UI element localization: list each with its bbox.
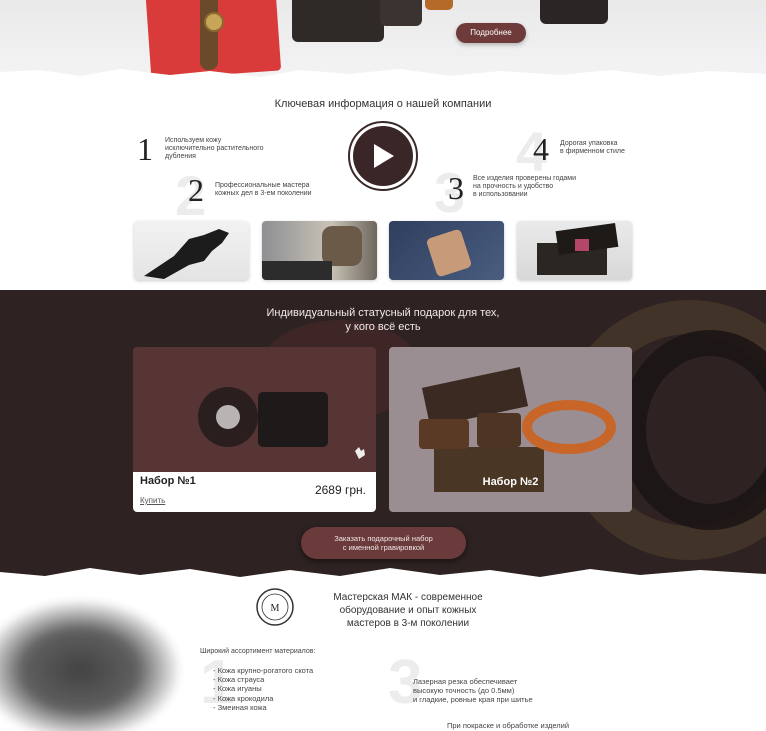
feature-text: Используем кожу исключительно растительн…: [165, 137, 264, 160]
mak-title-line: оборудование и опыт кожных: [339, 605, 477, 616]
play-video-button[interactable]: [348, 121, 418, 191]
gift-set-card-2[interactable]: Набор №2: [389, 347, 632, 512]
watch-strap-image: [200, 0, 218, 70]
mak-title-line: Мастерская МАК - современное: [333, 592, 483, 603]
feature-number: 4: [533, 131, 549, 167]
order-gift-set-button[interactable]: Заказать подарочный набор с именной грав…: [301, 527, 466, 559]
wallet-image: [292, 0, 384, 42]
gift-section-title: Индивидуальный статусный подарок для тех…: [0, 306, 766, 334]
buy-link[interactable]: Купить: [140, 496, 165, 505]
wallet-image: [380, 0, 422, 26]
thumbnail-jeans-image[interactable]: [389, 221, 504, 280]
laser-text-line: высокую точность (до 0.5мм): [413, 686, 515, 696]
torn-edge-divider: [0, 69, 766, 88]
list-item: - Кожа крокодила: [213, 693, 274, 703]
gift-title-line: у кого всё есть: [345, 321, 421, 333]
order-button-line: с именной гравировкой: [342, 543, 425, 552]
list-item: - Кожа игуаны: [213, 684, 262, 694]
wallet-pocket-icon: [427, 229, 471, 277]
leather-hide-icon: [144, 229, 229, 279]
gift-box-icon: [537, 222, 619, 275]
laser-text-line: и гладкие, ровные края при шитье: [413, 695, 533, 705]
thumbnail-leather-image[interactable]: [134, 221, 249, 280]
gift-title-line: Индивидуальный статусный подарок для тех…: [266, 307, 500, 319]
svg-text:M: M: [271, 603, 280, 614]
materials-heading: Широкий ассортимент материалов:: [200, 648, 316, 655]
play-icon: [374, 144, 394, 168]
watch-face-image: [204, 12, 224, 32]
wallet-image: [540, 0, 608, 24]
feature-number: 2: [188, 172, 204, 208]
craftsman-icon: [262, 226, 362, 280]
feature-number: 1: [137, 131, 153, 167]
feature-text: Дорогая упаковка в фирменном стиле: [560, 140, 625, 155]
painting-text: При покраске и обработке изделий: [447, 721, 570, 730]
laser-cutting-text: Лазерная резка обеспечивает высокую точн…: [413, 677, 533, 705]
list-item: - Кожа страуса: [213, 675, 265, 685]
gift-set-card-1[interactable]: Набор №1 2689 грн. Купить: [133, 347, 376, 512]
gift-set-price: 2689 грн.: [314, 483, 366, 497]
gift-set-name: Набор №1: [140, 475, 196, 487]
more-button[interactable]: Подробнее: [456, 23, 526, 43]
materials-list: - Кожа крупно-рогатого скота - Кожа стра…: [213, 666, 313, 712]
order-button-line: Заказать подарочный набор: [334, 534, 433, 543]
mak-title-line: мастеров в 3-м поколении: [346, 618, 470, 629]
feature-number: 3: [448, 170, 464, 206]
list-item: - Кожа крупно-рогатого скота: [213, 666, 314, 675]
laser-text-line: Лазерная резка обеспечивает: [413, 677, 518, 686]
thumbnail-workshop-image[interactable]: [262, 221, 377, 280]
torn-edge-divider: [0, 568, 766, 586]
gift-set-name: Набор №2: [482, 476, 539, 488]
mak-title: Мастерская МАК - современное оборудовани…: [310, 591, 506, 630]
section-title: Ключевая информация о нашей компании: [274, 98, 492, 110]
wallet-image: [425, 0, 453, 10]
thumbnail-giftbox-image[interactable]: [517, 221, 632, 280]
mak-logo-icon: M: [256, 588, 294, 626]
blurred-product-image: [0, 600, 180, 731]
feature-text: Профессиональные мастера кожных дел в 3-…: [215, 182, 312, 197]
gift-set-1-image: [198, 387, 365, 459]
list-item: - Змеиная кожа: [213, 702, 267, 712]
